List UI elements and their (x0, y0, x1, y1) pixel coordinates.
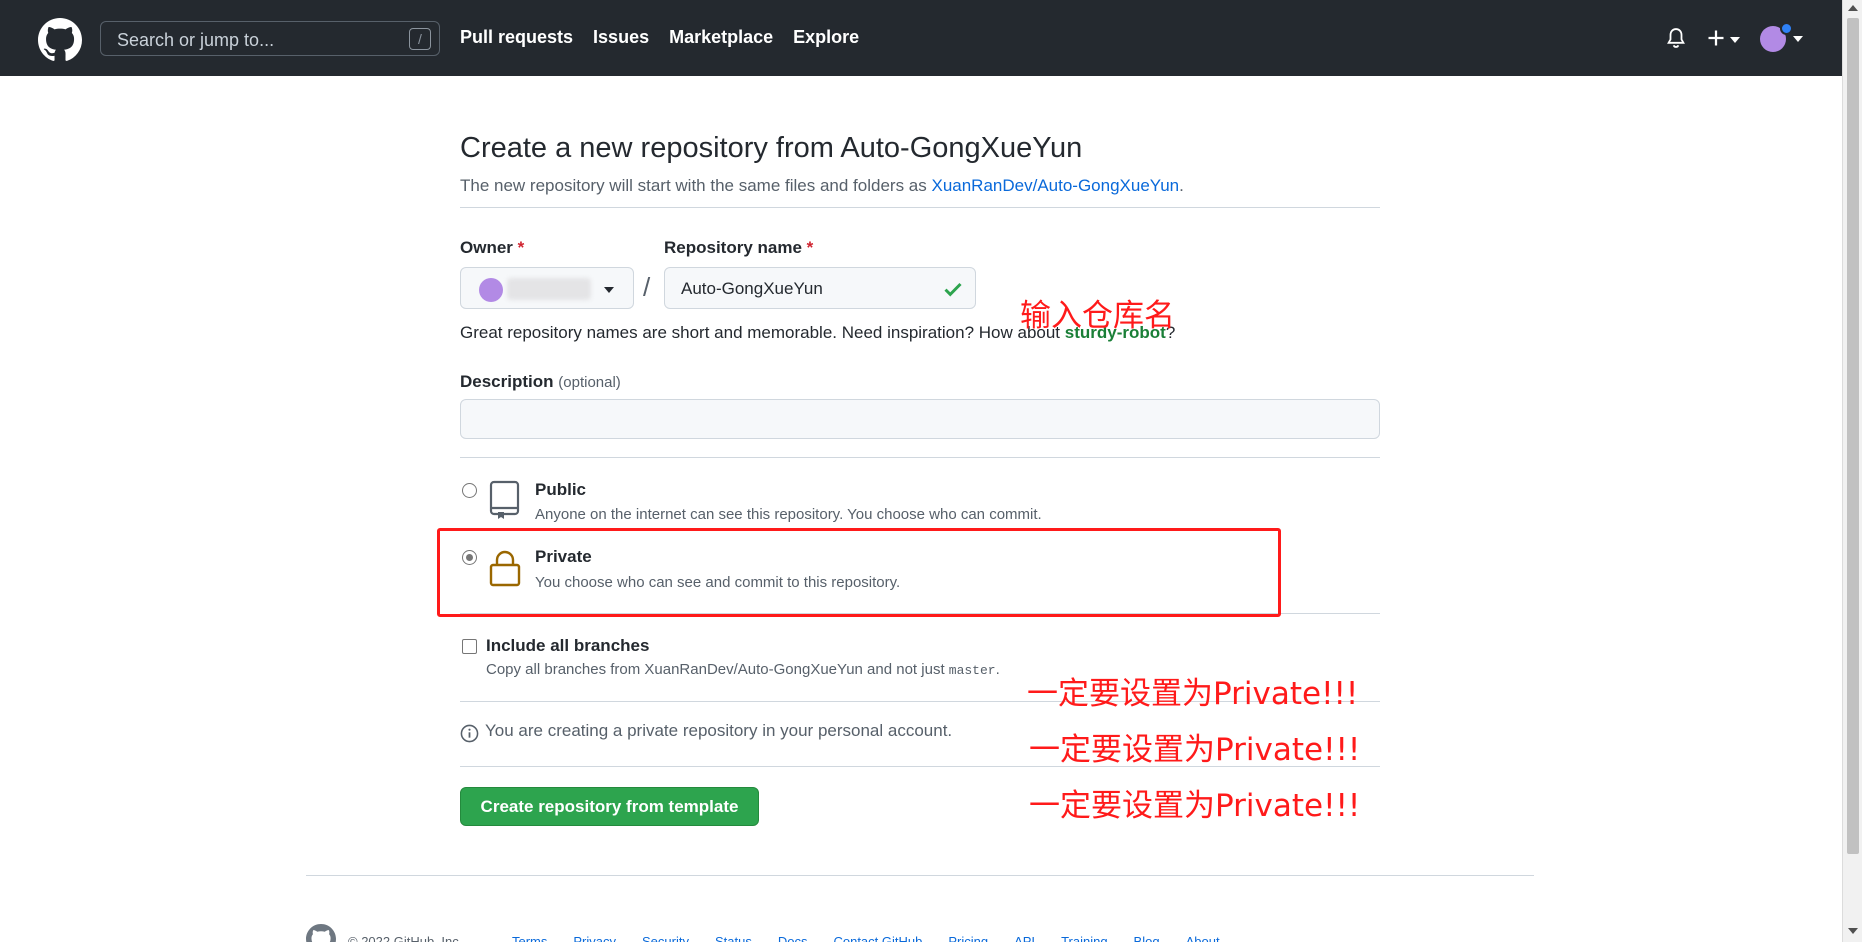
main-nav: Pull requests Issues Marketplace Explore (460, 27, 859, 48)
footer-link-training[interactable]: Training (1061, 934, 1107, 942)
scroll-down-arrow-icon[interactable] (1848, 928, 1858, 934)
chevron-down-icon (1730, 37, 1740, 43)
page-title: Create a new repository from Auto-GongXu… (460, 132, 1083, 164)
scrollbar-thumb[interactable] (1847, 18, 1859, 854)
footer: © 2022 GitHub, Inc. Terms Privacy Securi… (306, 924, 1534, 942)
footer-link-security[interactable]: Security (642, 934, 689, 942)
footer-link-privacy[interactable]: Privacy (573, 934, 616, 942)
plus-icon (1708, 30, 1724, 46)
scroll-up-arrow-icon[interactable] (1848, 5, 1858, 11)
check-icon (944, 282, 962, 297)
footer-link-status[interactable]: Status (715, 934, 752, 942)
nav-issues[interactable]: Issues (593, 27, 649, 48)
footer-copyright: © 2022 GitHub, Inc. (348, 934, 463, 942)
owner-select[interactable] (460, 267, 634, 309)
hint-text: Great repository names are short and mem… (460, 323, 1065, 342)
description-label: Description (optional) (460, 372, 621, 392)
create-new-menu[interactable] (1706, 27, 1742, 49)
nav-pull-requests[interactable]: Pull requests (460, 27, 573, 48)
repo-book-icon (489, 480, 520, 519)
divider (460, 207, 1380, 208)
description-label-text: Description (460, 372, 554, 391)
include-branches-title: Include all branches (486, 636, 650, 655)
top-navbar: Search or jump to... / Pull requests Iss… (0, 0, 1842, 76)
description-input[interactable] (460, 399, 1380, 439)
footer-link-about[interactable]: About (1186, 934, 1220, 942)
repo-name-value: Auto-GongXueYun (681, 279, 823, 298)
public-description: Anyone on the internet can see this repo… (535, 506, 1042, 523)
scrollbar[interactable] (1842, 0, 1862, 942)
repo-name-label-text: Repository name (664, 238, 802, 257)
repo-name-annotation: 输入仓库名 (1020, 298, 1175, 334)
repo-name-label: Repository name * (664, 238, 813, 258)
private-repo-info: You are creating a private repository in… (485, 721, 953, 740)
chevron-down-icon (604, 287, 614, 293)
nav-explore[interactable]: Explore (793, 27, 859, 48)
repo-name-input[interactable]: Auto-GongXueYun (664, 267, 976, 309)
notification-dot (1780, 22, 1793, 35)
search-input[interactable]: Search or jump to... / (100, 21, 440, 56)
footer-link-contact[interactable]: Contact GitHub (833, 934, 922, 942)
branches-desc-text: Copy all branches from XuanRanDev/Auto-G… (486, 661, 949, 678)
footer-link-pricing[interactable]: Pricing (948, 934, 988, 942)
footer-links: Terms Privacy Security Status Docs Conta… (512, 934, 1220, 942)
private-warning-annotation-3: 一定要设置为Private!!! (1029, 788, 1361, 824)
create-repository-button[interactable]: Create repository from template (460, 787, 759, 826)
owner-avatar (479, 278, 503, 302)
page-subtitle: The new repository will start with the s… (460, 176, 1184, 196)
owner-repo-separator: / (643, 272, 651, 302)
subtitle-suffix: . (1179, 176, 1184, 195)
public-radio[interactable] (462, 483, 477, 498)
private-warning-annotation-1: 一定要设置为Private!!! (1027, 676, 1359, 712)
required-mark: * (806, 238, 814, 257)
required-mark: * (517, 238, 525, 257)
divider (460, 457, 1380, 458)
nav-marketplace[interactable]: Marketplace (669, 27, 773, 48)
bell-icon[interactable] (1665, 27, 1687, 49)
owner-label: Owner * (460, 238, 524, 258)
search-shortcut-badge: / (409, 28, 431, 50)
github-logo-icon[interactable] (306, 924, 336, 942)
search-placeholder: Search or jump to... (117, 30, 275, 50)
footer-divider (306, 875, 1534, 876)
github-logo-icon[interactable] (38, 18, 82, 62)
info-icon (460, 724, 479, 743)
public-title: Public (535, 480, 587, 499)
footer-link-docs[interactable]: Docs (778, 934, 808, 942)
branches-desc-suffix: . (995, 661, 1000, 678)
owner-name-redacted (507, 278, 591, 300)
include-branches-description: Copy all branches from XuanRanDev/Auto-G… (486, 661, 1000, 678)
template-repo-link[interactable]: XuanRanDev/Auto-GongXueYun (931, 176, 1179, 195)
private-highlight-box (437, 528, 1281, 617)
footer-link-terms[interactable]: Terms (512, 934, 547, 942)
private-warning-annotation-2: 一定要设置为Private!!! (1029, 732, 1361, 768)
footer-link-api[interactable]: API (1014, 934, 1035, 942)
subtitle-text: The new repository will start with the s… (460, 176, 932, 195)
default-branch-code: master (948, 663, 996, 678)
chevron-down-icon[interactable] (1793, 36, 1803, 42)
optional-tag: (optional) (558, 374, 621, 391)
footer-link-blog[interactable]: Blog (1134, 934, 1160, 942)
include-branches-checkbox[interactable] (462, 639, 477, 654)
owner-label-text: Owner (460, 238, 513, 257)
